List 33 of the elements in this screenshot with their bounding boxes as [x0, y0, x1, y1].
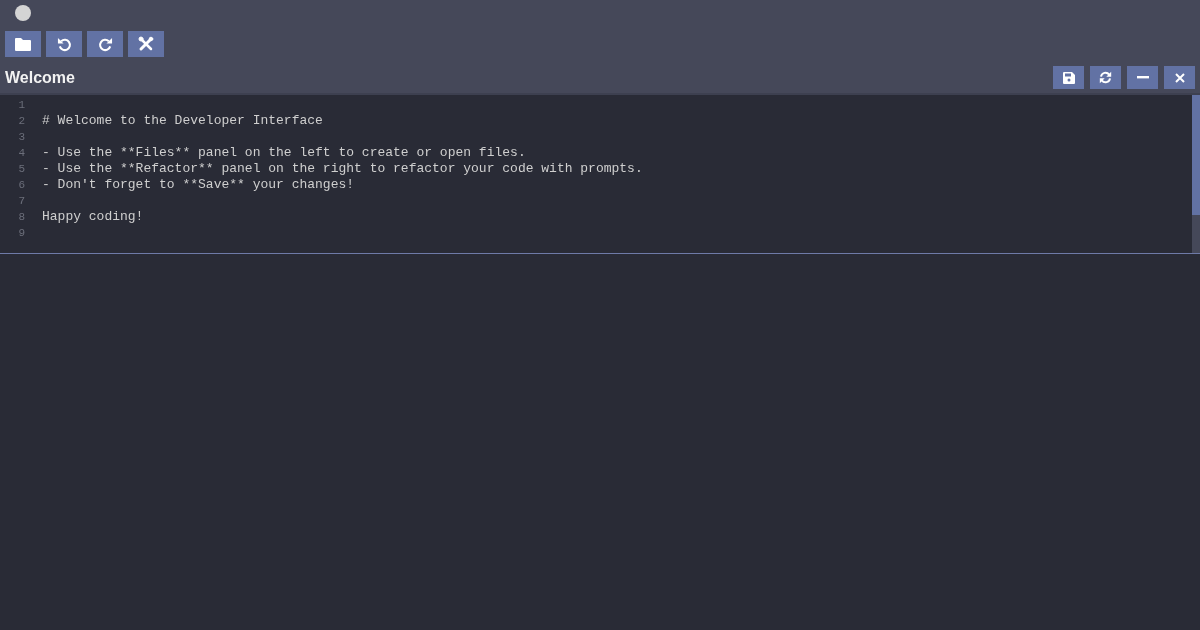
tools-button[interactable]	[128, 31, 164, 57]
close-icon	[1174, 72, 1185, 83]
line-number: 1	[17, 98, 25, 113]
line-number: 9	[17, 226, 25, 241]
undo-icon	[56, 36, 72, 52]
line-number: 4	[17, 146, 25, 161]
tools-icon	[138, 36, 154, 52]
code-line: - Don't forget to **Save** your changes!	[42, 177, 355, 193]
line-number: 5	[17, 162, 25, 177]
line-number: 3	[17, 130, 25, 145]
line-number: 7	[17, 194, 25, 209]
close-button[interactable]	[1164, 66, 1195, 89]
code-line: - Use the **Files** panel on the left to create or open files.	[42, 145, 526, 161]
undo-button[interactable]	[46, 31, 82, 57]
save-icon	[1062, 71, 1075, 84]
editor-title: Welcome	[5, 68, 75, 87]
folder-icon	[15, 37, 31, 51]
code-line: # Welcome to the Developer Interface	[42, 113, 323, 129]
refresh-icon	[1099, 71, 1112, 84]
minimize-button[interactable]	[1127, 66, 1158, 89]
open-folder-button[interactable]	[5, 31, 41, 57]
scrollbar-thumb[interactable]	[1192, 95, 1200, 215]
refresh-button[interactable]	[1090, 66, 1121, 89]
line-number: 2	[17, 114, 25, 129]
redo-button[interactable]	[87, 31, 123, 57]
code-line: Happy coding!	[42, 209, 144, 225]
redo-icon	[97, 36, 113, 52]
save-button[interactable]	[1053, 66, 1084, 89]
line-number: 8	[17, 210, 25, 225]
status-dot-icon	[15, 5, 31, 21]
code-line: - Use the **Refactor** panel on the right to refactor your code with prompts.	[42, 161, 643, 177]
minimize-icon	[1136, 76, 1149, 79]
line-number: 6	[17, 178, 25, 193]
